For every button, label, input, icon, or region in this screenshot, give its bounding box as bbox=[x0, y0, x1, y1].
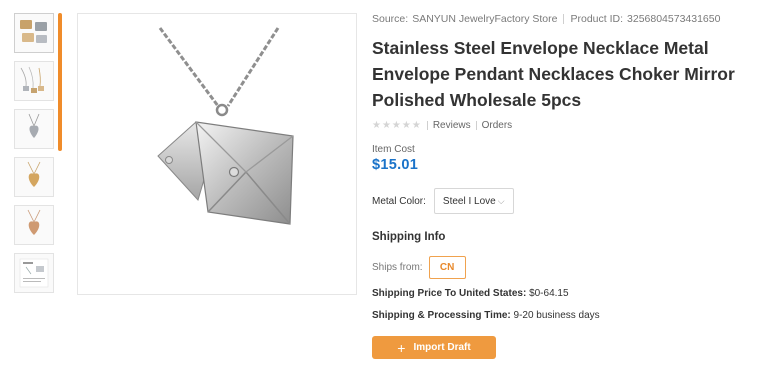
rose-gold-pendant-thumbnail-icon bbox=[27, 209, 41, 235]
shipping-price-value: $0-64.15 bbox=[529, 288, 569, 299]
thumbnail-2[interactable] bbox=[14, 61, 54, 101]
item-cost-label: Item Cost bbox=[372, 144, 415, 155]
product-id: 3256804573431650 bbox=[627, 13, 721, 25]
divider bbox=[563, 14, 565, 24]
chevron-down-icon: ⌵ bbox=[497, 195, 505, 206]
metal-color-label: Metal Color: bbox=[372, 195, 426, 207]
source-label: Source: bbox=[372, 13, 409, 25]
shipping-info-heading: Shipping Info bbox=[372, 231, 446, 243]
processing-time-value: 9-20 business days bbox=[513, 310, 600, 321]
reviews-link[interactable]: Reviews bbox=[433, 120, 471, 131]
ships-from-row: Ships from: CN bbox=[372, 256, 752, 279]
import-draft-button[interactable]: + Import Draft bbox=[372, 336, 496, 359]
orders-link[interactable]: Orders bbox=[482, 120, 513, 131]
rating-stars-icon: ★★★★★ bbox=[372, 120, 422, 131]
size-chart-thumbnail-icon bbox=[19, 258, 49, 288]
plus-icon: + bbox=[397, 339, 406, 356]
source-store-name: SANYUN JewelryFactory Store bbox=[412, 13, 558, 25]
import-draft-label: Import Draft bbox=[413, 342, 471, 353]
thumbnail-4[interactable] bbox=[14, 157, 54, 197]
envelope-necklace-image-icon bbox=[157, 27, 294, 225]
product-id-label: Product ID: bbox=[570, 13, 624, 25]
ships-from-cn-button[interactable]: CN bbox=[428, 256, 466, 279]
rating-row: ★★★★★ Reviews Orders bbox=[372, 120, 752, 131]
product-title: Stainless Steel Envelope Necklace Metal … bbox=[372, 38, 735, 110]
necklace-set-thumbnail-icon bbox=[20, 66, 44, 93]
product-info-panel: Source: SANYUN JewelryFactory Store Prod… bbox=[372, 13, 752, 359]
thumbnail-5[interactable] bbox=[14, 205, 54, 245]
divider bbox=[475, 121, 477, 130]
envelope-pendant-multi-thumbnail-icon bbox=[20, 20, 47, 43]
main-product-image bbox=[77, 13, 357, 295]
thumbnail-scrollbar[interactable] bbox=[58, 13, 62, 151]
gold-heart-pendant-thumbnail-icon bbox=[27, 161, 41, 187]
ships-from-label: Ships from: bbox=[372, 262, 423, 273]
thumbnail-3[interactable] bbox=[14, 109, 54, 149]
processing-time-row: Shipping & Processing Time: 9-20 busines… bbox=[372, 310, 752, 321]
item-price: $15.01 bbox=[372, 157, 419, 173]
source-row: Source: SANYUN JewelryFactory Store Prod… bbox=[372, 13, 752, 25]
divider bbox=[426, 121, 428, 130]
metal-color-row: Metal Color: Steel I Love ⌵ bbox=[372, 188, 752, 214]
thumbnail-list bbox=[14, 13, 58, 301]
shipping-price-row: Shipping Price To United States: $0-64.1… bbox=[372, 288, 752, 299]
thumbnail-6[interactable] bbox=[14, 253, 54, 293]
processing-time-label: Shipping & Processing Time: bbox=[372, 310, 511, 321]
thumbnail-1[interactable] bbox=[14, 13, 54, 53]
metal-color-value: Steel I Love bbox=[442, 195, 496, 207]
metal-color-select[interactable]: Steel I Love ⌵ bbox=[433, 188, 514, 214]
shipping-price-label: Shipping Price To United States: bbox=[372, 288, 527, 299]
silver-heart-pendant-thumbnail-icon bbox=[28, 113, 40, 138]
